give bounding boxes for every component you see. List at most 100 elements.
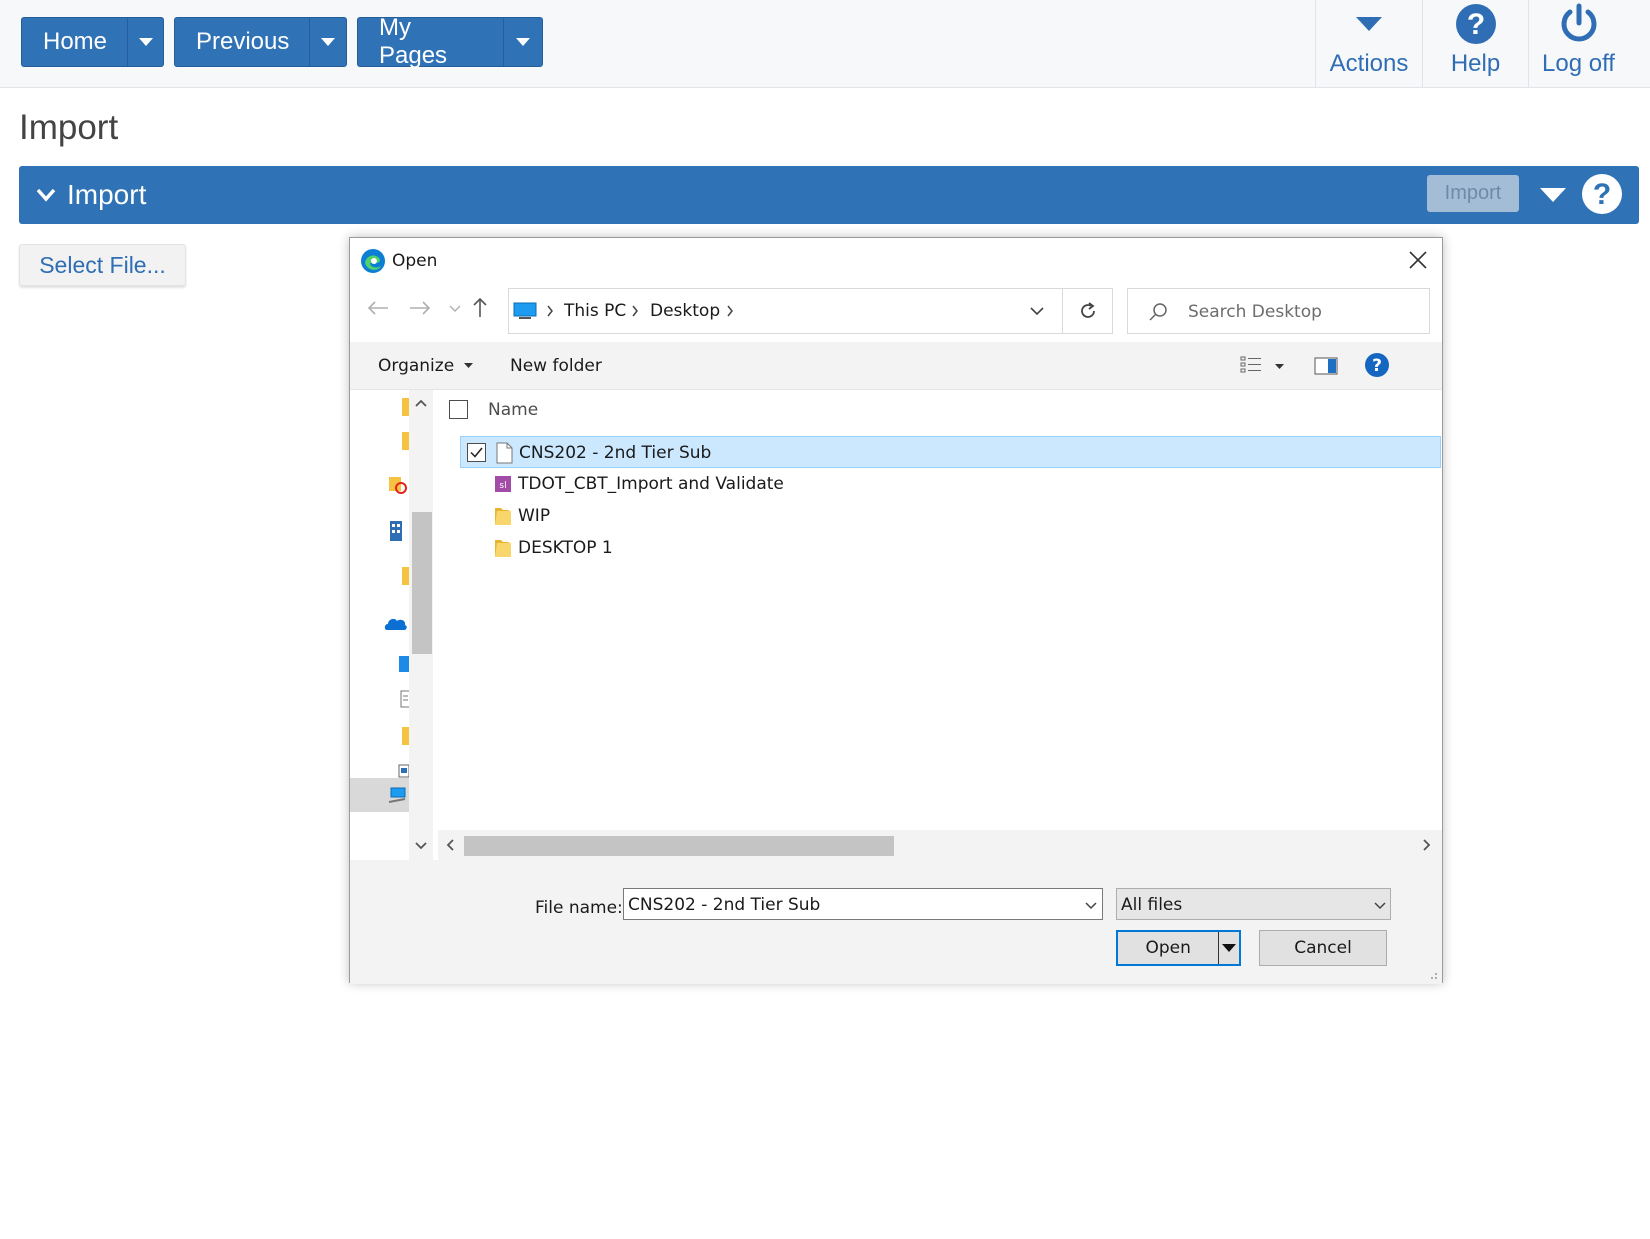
recent-locations-chevron-icon[interactable]	[449, 305, 461, 313]
organize-label: Organize	[378, 356, 455, 376]
breadcrumb-chevron-icon	[547, 305, 553, 317]
file-row[interactable]: CNS202 - 2nd Tier Sub	[460, 436, 1441, 468]
my-pages-button[interactable]: My Pages	[358, 14, 503, 69]
caret-down-icon[interactable]	[1539, 186, 1567, 204]
caret-down-icon	[1222, 943, 1237, 952]
dialog-titlebar: Open	[360, 246, 437, 276]
new-folder-button[interactable]: New folder	[510, 356, 602, 376]
scroll-left-arrow-icon[interactable]	[446, 839, 454, 851]
file-name-label: File name:	[535, 898, 623, 918]
this-pc-nav-item[interactable]	[350, 778, 409, 812]
previous-dropdown-caret[interactable]	[309, 18, 346, 66]
chevron-down-icon	[138, 38, 153, 46]
up-arrow-icon[interactable]	[472, 296, 488, 318]
select-all-checkbox[interactable]	[449, 400, 468, 419]
row-checkbox[interactable]	[467, 443, 486, 462]
chevron-down-icon	[321, 38, 336, 46]
folder-icon	[495, 540, 511, 557]
navigation-scrollbar[interactable]	[409, 390, 433, 860]
file-name-input[interactable]: CNS202 - 2nd Tier Sub	[623, 888, 1103, 920]
help-circle-icon[interactable]: ?	[1581, 173, 1623, 215]
document-icon	[496, 442, 513, 464]
breadcrumb-desktop[interactable]: Desktop	[650, 301, 720, 321]
file-row[interactable]: DESKTOP 1	[460, 532, 1441, 564]
file-name: WIP	[518, 506, 551, 526]
back-arrow-icon[interactable]	[366, 300, 390, 316]
caret-down-icon	[463, 363, 473, 368]
onedrive-cloud-icon[interactable]	[384, 615, 408, 631]
address-dropdown-icon[interactable]	[1029, 305, 1045, 317]
forward-arrow-icon[interactable]	[408, 300, 432, 316]
file-row[interactable]: sl TDOT_CBT_Import and Validate	[460, 468, 1441, 500]
home-button-group: Home	[21, 17, 164, 67]
home-dropdown-caret[interactable]	[127, 18, 163, 66]
file-row[interactable]: WIP	[460, 500, 1441, 532]
building-icon[interactable]	[388, 520, 404, 542]
actions-label: Actions	[1329, 50, 1409, 77]
file-name: CNS202 - 2nd Tier Sub	[519, 443, 712, 463]
file-type-value: All files	[1121, 895, 1183, 915]
this-pc-icon	[388, 787, 406, 803]
close-icon[interactable]	[1408, 250, 1428, 270]
file-type-select[interactable]: All files	[1116, 888, 1391, 920]
scroll-thumb[interactable]	[412, 512, 432, 654]
scroll-up-arrow-icon[interactable]	[415, 399, 427, 407]
logoff-menu[interactable]: Log off	[1528, 0, 1628, 88]
help-label: Help	[1450, 50, 1501, 77]
svg-text:sl: sl	[499, 481, 506, 491]
address-bar[interactable]: This PC Desktop	[508, 288, 1113, 334]
open-file-dialog: Open This PC Desktop Search Desktop Orga…	[349, 237, 1443, 984]
file-list-horizontal-scrollbar[interactable]	[438, 830, 1442, 860]
actions-menu[interactable]: Actions	[1315, 0, 1422, 88]
search-box[interactable]: Search Desktop	[1127, 288, 1430, 334]
select-file-button[interactable]: Select File...	[19, 244, 186, 286]
file-name-value: CNS202 - 2nd Tier Sub	[628, 895, 821, 915]
help-menu[interactable]: ? Help	[1422, 0, 1528, 88]
organize-menu[interactable]: Organize	[378, 356, 473, 376]
scroll-thumb[interactable]	[464, 836, 894, 856]
help-circle-icon: ?	[1455, 0, 1497, 48]
import-panel-header: Import Import ?	[19, 166, 1639, 224]
desktop-icon[interactable]	[395, 655, 409, 673]
search-icon	[1149, 303, 1167, 321]
open-dropdown-caret[interactable]	[1218, 932, 1239, 964]
previous-button-group: Previous	[174, 17, 347, 67]
home-button[interactable]: Home	[22, 18, 127, 66]
dialog-footer: File name: CNS202 - 2nd Tier Sub All fil…	[350, 860, 1442, 984]
previous-button[interactable]: Previous	[175, 18, 309, 66]
open-button-group: Open	[1116, 930, 1241, 966]
name-column-header[interactable]: Name	[488, 400, 538, 420]
preview-pane-icon[interactable]	[1314, 356, 1338, 376]
column-header: Name	[438, 390, 1442, 430]
top-navigation-bar: Home Previous My Pages Actions ? Help Lo…	[0, 0, 1650, 88]
panel-import-button[interactable]: Import	[1427, 175, 1519, 212]
svg-text:?: ?	[1466, 8, 1484, 41]
view-details-icon[interactable]	[1240, 356, 1262, 376]
breadcrumb-this-pc[interactable]: This PC	[564, 301, 626, 321]
svg-text:?: ?	[1372, 356, 1382, 376]
edge-browser-icon	[361, 249, 385, 273]
adobe-cloud-folder-icon[interactable]	[388, 475, 408, 495]
breadcrumb-chevron-icon	[632, 305, 638, 317]
chevron-down-icon[interactable]	[35, 184, 57, 206]
chevron-down-icon[interactable]	[1084, 900, 1098, 910]
breadcrumb-chevron-icon	[727, 305, 733, 317]
resize-grip-icon[interactable]	[1428, 970, 1438, 980]
view-options-caret-icon[interactable]	[1275, 364, 1284, 370]
open-button[interactable]: Open	[1118, 932, 1218, 964]
folder-icon	[495, 508, 511, 525]
search-placeholder: Search Desktop	[1188, 302, 1322, 322]
page-title: Import	[19, 108, 119, 147]
my-pages-button-group: My Pages	[357, 14, 543, 69]
refresh-button[interactable]	[1062, 289, 1112, 333]
caret-down-icon	[1354, 0, 1384, 48]
file-name: DESKTOP 1	[518, 538, 613, 558]
file-name: TDOT_CBT_Import and Validate	[518, 474, 784, 494]
cancel-button[interactable]: Cancel	[1259, 930, 1387, 966]
help-circle-icon[interactable]: ?	[1364, 352, 1390, 378]
my-pages-dropdown-caret[interactable]	[503, 18, 542, 66]
chevron-down-icon	[516, 38, 530, 46]
scroll-down-arrow-icon[interactable]	[415, 842, 427, 850]
scroll-right-arrow-icon[interactable]	[1423, 839, 1431, 851]
dialog-title: Open	[392, 251, 438, 271]
